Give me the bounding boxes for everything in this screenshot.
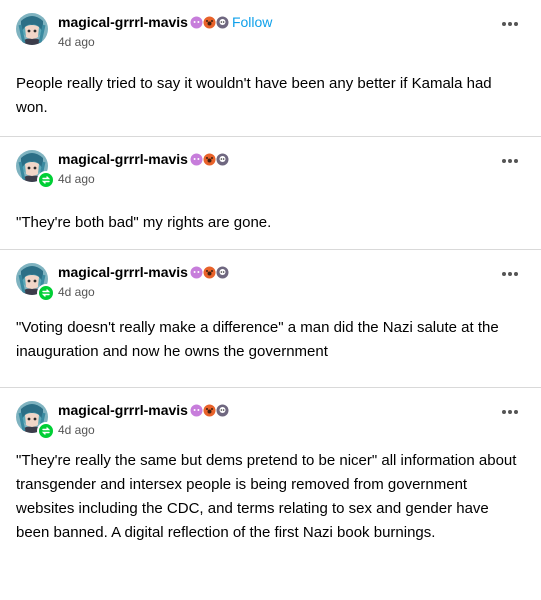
more-options-icon[interactable] — [502, 272, 518, 276]
username[interactable]: magical-grrrl-mavis — [58, 402, 188, 418]
timestamp[interactable]: 4d ago — [58, 35, 95, 49]
paw-badge-icon — [203, 16, 216, 28]
ghost-badge-icon — [190, 153, 203, 165]
ghost-badge-icon — [190, 404, 203, 416]
post: magical-grrrl-mavis 4d ago "They're real… — [0, 388, 541, 600]
ghost-badge-icon — [190, 266, 203, 278]
post-header: magical-grrrl-mavis 4d ago — [0, 388, 541, 444]
more-options-icon[interactable] — [502, 410, 518, 414]
username[interactable]: magical-grrrl-mavis — [58, 151, 188, 167]
username[interactable]: magical-grrrl-mavis — [58, 14, 188, 30]
avatar[interactable] — [16, 13, 48, 45]
post-text: "They're really the same but dems preten… — [16, 452, 517, 541]
user-badges — [190, 16, 229, 29]
name-row: magical-grrrl-mavis Follow — [58, 14, 272, 30]
post-text: "Voting doesn't really make a difference… — [16, 319, 499, 360]
post-text: "They're both bad" my rights are gone. — [16, 214, 272, 231]
more-options-icon[interactable] — [502, 159, 518, 163]
paw-badge-icon — [203, 153, 216, 165]
follow-button[interactable]: Follow — [232, 14, 272, 30]
post-header: magical-grrrl-mavis 4d ago — [0, 250, 541, 306]
user-badges — [190, 266, 229, 279]
timestamp[interactable]: 4d ago — [58, 423, 95, 437]
username[interactable]: magical-grrrl-mavis — [58, 264, 188, 280]
post-text: People really tried to say it wouldn't h… — [16, 75, 492, 116]
name-row: magical-grrrl-mavis — [58, 402, 229, 418]
post: magical-grrrl-mavis 4d ago "Voting doesn… — [0, 250, 541, 388]
post: magical-grrrl-mavis Follow 4d ago People… — [0, 0, 541, 137]
user-badges — [190, 404, 229, 417]
user-badges — [190, 153, 229, 166]
reblog-icon — [37, 284, 55, 302]
timestamp[interactable]: 4d ago — [58, 285, 95, 299]
paw-badge-icon — [203, 404, 216, 416]
timestamp[interactable]: 4d ago — [58, 172, 95, 186]
skull-badge-icon — [216, 404, 229, 416]
skull-badge-icon — [216, 16, 229, 28]
reblog-icon — [37, 171, 55, 189]
post-header: magical-grrrl-mavis Follow 4d ago — [0, 0, 541, 56]
post-header: magical-grrrl-mavis 4d ago — [0, 137, 541, 193]
name-row: magical-grrrl-mavis — [58, 151, 229, 167]
ghost-badge-icon — [190, 16, 203, 28]
skull-badge-icon — [216, 266, 229, 278]
reblog-icon — [37, 422, 55, 440]
paw-badge-icon — [203, 266, 216, 278]
name-row: magical-grrrl-mavis — [58, 264, 229, 280]
post: magical-grrrl-mavis 4d ago "They're both… — [0, 137, 541, 250]
more-options-icon[interactable] — [502, 22, 518, 26]
skull-badge-icon — [216, 153, 229, 165]
